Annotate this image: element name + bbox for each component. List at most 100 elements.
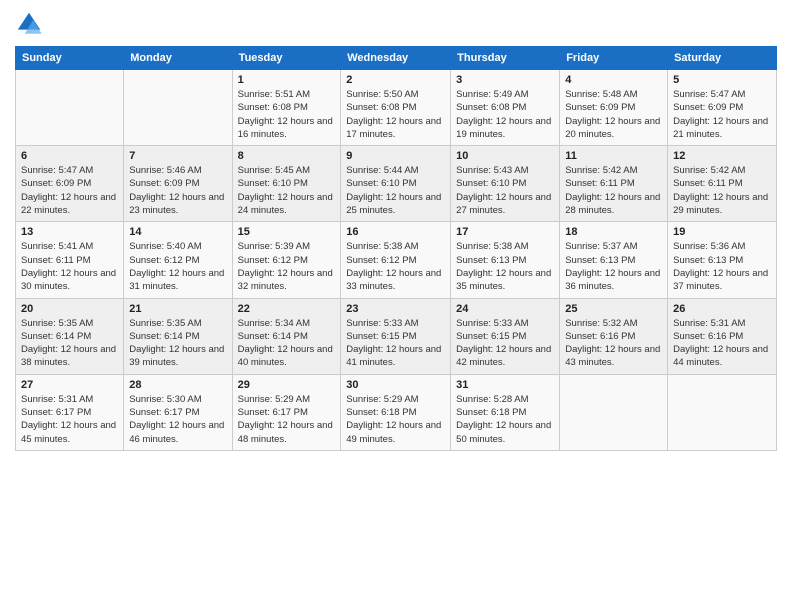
day-info: Sunrise: 5:44 AMSunset: 6:10 PMDaylight:… — [346, 164, 445, 217]
calendar-cell: 23Sunrise: 5:33 AMSunset: 6:15 PMDayligh… — [341, 298, 451, 374]
day-number: 20 — [21, 303, 118, 315]
day-info: Sunrise: 5:31 AMSunset: 6:17 PMDaylight:… — [21, 393, 118, 446]
calendar-cell: 20Sunrise: 5:35 AMSunset: 6:14 PMDayligh… — [16, 298, 124, 374]
day-info: Sunrise: 5:41 AMSunset: 6:11 PMDaylight:… — [21, 240, 118, 293]
day-number: 18 — [565, 226, 662, 238]
day-number: 5 — [673, 74, 771, 86]
calendar-cell: 31Sunrise: 5:28 AMSunset: 6:18 PMDayligh… — [451, 374, 560, 450]
calendar-cell: 6 Sunrise: 5:47 AMSunset: 6:09 PMDaylight… — [16, 146, 124, 222]
day-info: Sunrise: 5:29 AMSunset: 6:18 PMDaylight:… — [346, 393, 445, 446]
day-number: 15 — [238, 226, 336, 238]
calendar-cell — [16, 70, 124, 146]
week-row-3: 20 Sunrise: 5:35 AMSunset: 6:14 PMDayligh… — [16, 298, 777, 374]
day-number: 14 — [129, 226, 226, 238]
day-info: Sunrise: 5:50 AMSunset: 6:08 PMDaylight:… — [346, 88, 445, 141]
week-row-4: 27Sunrise: 5:31 AMSunset: 6:17 PMDayligh… — [16, 374, 777, 450]
calendar-cell: 9 Sunrise: 5:44 AMSunset: 6:10 PMDaylight… — [341, 146, 451, 222]
day-info: Sunrise: 5:40 AMSunset: 6:12 PMDaylight:… — [129, 240, 226, 293]
calendar-cell: 21 Sunrise: 5:35 AMSunset: 6:14 PMDayligh… — [124, 298, 232, 374]
calendar-cell: 25 Sunrise: 5:32 AMSunset: 6:16 PMDayligh… — [560, 298, 668, 374]
calendar-cell: 30 Sunrise: 5:29 AMSunset: 6:18 PMDayligh… — [341, 374, 451, 450]
calendar-cell: 22 Sunrise: 5:34 AMSunset: 6:14 PMDayligh… — [232, 298, 341, 374]
day-info: Sunrise: 5:43 AMSunset: 6:10 PMDaylight:… — [456, 164, 554, 217]
day-info: Sunrise: 5:30 AMSunset: 6:17 PMDaylight:… — [129, 393, 226, 446]
calendar-cell: 10 Sunrise: 5:43 AMSunset: 6:10 PMDayligh… — [451, 146, 560, 222]
header-monday: Monday — [124, 47, 232, 70]
day-number: 2 — [346, 74, 445, 86]
calendar-cell: 15 Sunrise: 5:39 AMSunset: 6:12 PMDayligh… — [232, 222, 341, 298]
day-info: Sunrise: 5:49 AMSunset: 6:08 PMDaylight:… — [456, 88, 554, 141]
day-number: 17 — [456, 226, 554, 238]
day-info: Sunrise: 5:32 AMSunset: 6:16 PMDaylight:… — [565, 317, 662, 370]
calendar-cell: 1Sunrise: 5:51 AMSunset: 6:08 PMDaylight… — [232, 70, 341, 146]
day-number: 29 — [238, 379, 336, 391]
day-number: 10 — [456, 150, 554, 162]
calendar-cell: 28 Sunrise: 5:30 AMSunset: 6:17 PMDayligh… — [124, 374, 232, 450]
calendar-cell: 13 Sunrise: 5:41 AMSunset: 6:11 PMDayligh… — [16, 222, 124, 298]
calendar-cell: 12 Sunrise: 5:42 AMSunset: 6:11 PMDayligh… — [668, 146, 777, 222]
header-friday: Friday — [560, 47, 668, 70]
day-number: 22 — [238, 303, 336, 315]
day-info: Sunrise: 5:33 AMSunset: 6:15 PMDaylight:… — [346, 317, 445, 370]
day-number: 3 — [456, 74, 554, 86]
day-number: 28 — [129, 379, 226, 391]
calendar-cell: 4Sunrise: 5:48 AMSunset: 6:09 PMDaylight… — [560, 70, 668, 146]
day-info: Sunrise: 5:51 AMSunset: 6:08 PMDaylight:… — [238, 88, 336, 141]
day-info: Sunrise: 5:33 AMSunset: 6:15 PMDaylight:… — [456, 317, 554, 370]
day-number: 9 — [346, 150, 445, 162]
calendar-cell: 26 Sunrise: 5:31 AMSunset: 6:16 PMDayligh… — [668, 298, 777, 374]
day-info: Sunrise: 5:38 AMSunset: 6:13 PMDaylight:… — [456, 240, 554, 293]
day-number: 31 — [456, 379, 554, 391]
calendar-cell: 2 Sunrise: 5:50 AMSunset: 6:08 PMDaylight… — [341, 70, 451, 146]
day-info: Sunrise: 5:47 AMSunset: 6:09 PMDaylight:… — [21, 164, 118, 217]
header — [15, 10, 777, 38]
day-info: Sunrise: 5:45 AMSunset: 6:10 PMDaylight:… — [238, 164, 336, 217]
header-wednesday: Wednesday — [341, 47, 451, 70]
week-row-0: 1Sunrise: 5:51 AMSunset: 6:08 PMDaylight… — [16, 70, 777, 146]
day-number: 21 — [129, 303, 226, 315]
calendar-cell: 29Sunrise: 5:29 AMSunset: 6:17 PMDayligh… — [232, 374, 341, 450]
calendar-table: SundayMondayTuesdayWednesdayThursdayFrid… — [15, 46, 777, 451]
day-info: Sunrise: 5:36 AMSunset: 6:13 PMDaylight:… — [673, 240, 771, 293]
calendar-body: 1Sunrise: 5:51 AMSunset: 6:08 PMDaylight… — [16, 70, 777, 451]
day-number: 4 — [565, 74, 662, 86]
day-info: Sunrise: 5:47 AMSunset: 6:09 PMDaylight:… — [673, 88, 771, 141]
day-info: Sunrise: 5:46 AMSunset: 6:09 PMDaylight:… — [129, 164, 226, 217]
calendar-cell: 14 Sunrise: 5:40 AMSunset: 6:12 PMDayligh… — [124, 222, 232, 298]
day-number: 26 — [673, 303, 771, 315]
day-info: Sunrise: 5:42 AMSunset: 6:11 PMDaylight:… — [673, 164, 771, 217]
day-info: Sunrise: 5:35 AMSunset: 6:14 PMDaylight:… — [129, 317, 226, 370]
calendar-header: SundayMondayTuesdayWednesdayThursdayFrid… — [16, 47, 777, 70]
header-thursday: Thursday — [451, 47, 560, 70]
header-row: SundayMondayTuesdayWednesdayThursdayFrid… — [16, 47, 777, 70]
day-info: Sunrise: 5:34 AMSunset: 6:14 PMDaylight:… — [238, 317, 336, 370]
calendar-cell — [560, 374, 668, 450]
day-info: Sunrise: 5:37 AMSunset: 6:13 PMDaylight:… — [565, 240, 662, 293]
calendar-cell: 8 Sunrise: 5:45 AMSunset: 6:10 PMDaylight… — [232, 146, 341, 222]
day-number: 6 — [21, 150, 118, 162]
calendar-cell — [668, 374, 777, 450]
calendar-cell: 27Sunrise: 5:31 AMSunset: 6:17 PMDayligh… — [16, 374, 124, 450]
header-saturday: Saturday — [668, 47, 777, 70]
day-info: Sunrise: 5:31 AMSunset: 6:16 PMDaylight:… — [673, 317, 771, 370]
calendar-cell — [124, 70, 232, 146]
day-number: 13 — [21, 226, 118, 238]
day-number: 25 — [565, 303, 662, 315]
day-number: 7 — [129, 150, 226, 162]
calendar-cell: 17 Sunrise: 5:38 AMSunset: 6:13 PMDayligh… — [451, 222, 560, 298]
day-info: Sunrise: 5:42 AMSunset: 6:11 PMDaylight:… — [565, 164, 662, 217]
day-number: 30 — [346, 379, 445, 391]
calendar-cell: 3 Sunrise: 5:49 AMSunset: 6:08 PMDaylight… — [451, 70, 560, 146]
header-sunday: Sunday — [16, 47, 124, 70]
calendar-page: SundayMondayTuesdayWednesdayThursdayFrid… — [0, 0, 792, 612]
day-number: 19 — [673, 226, 771, 238]
calendar-cell: 7 Sunrise: 5:46 AMSunset: 6:09 PMDaylight… — [124, 146, 232, 222]
day-info: Sunrise: 5:39 AMSunset: 6:12 PMDaylight:… — [238, 240, 336, 293]
calendar-cell: 24Sunrise: 5:33 AMSunset: 6:15 PMDayligh… — [451, 298, 560, 374]
week-row-1: 6 Sunrise: 5:47 AMSunset: 6:09 PMDaylight… — [16, 146, 777, 222]
day-number: 8 — [238, 150, 336, 162]
calendar-cell: 5 Sunrise: 5:47 AMSunset: 6:09 PMDaylight… — [668, 70, 777, 146]
day-number: 12 — [673, 150, 771, 162]
calendar-cell: 19 Sunrise: 5:36 AMSunset: 6:13 PMDayligh… — [668, 222, 777, 298]
logo — [15, 10, 47, 38]
